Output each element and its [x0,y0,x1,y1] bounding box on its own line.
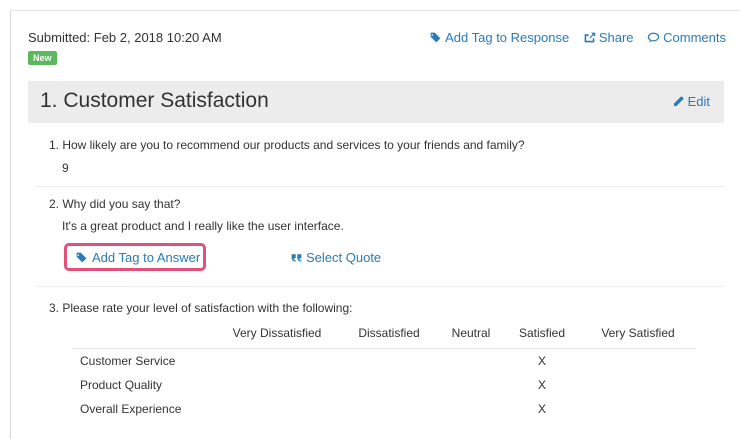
grid-column-header: Satisfied [504,326,580,349]
grid-cell: X [537,354,546,368]
share-icon [584,32,595,43]
grid-cell [214,349,340,374]
grid-header-row: Very Dissatisfied Dissatisfied Neutral S… [72,326,696,349]
edit-label: Edit [687,94,710,109]
share-link[interactable]: Share [583,30,634,45]
select-quote-link[interactable]: Select Quote [290,250,381,265]
add-tag-to-answer-label: Add Tag to Answer [92,249,201,265]
divider [36,286,724,287]
grid-cell [580,397,696,421]
grid-cell [340,349,438,374]
edit-link[interactable]: Edit [672,94,710,109]
grid-cell [214,397,340,421]
grid-cell: X [537,378,546,392]
grid-cell [438,349,504,374]
section-title: 1. Customer Satisfaction [40,89,269,112]
pencil-icon [673,96,684,106]
table-row: Overall Experience X [72,397,696,421]
grid-cell: X [537,402,546,416]
grid-cell [214,373,340,397]
question-3-text: 3. Please rate your level of satisfactio… [49,301,353,315]
add-tag-to-response-link[interactable]: Add Tag to Response [429,30,569,45]
question-2-answer: It's a great product and I really like t… [62,219,344,233]
grid-column-header: Very Dissatisfied [214,326,340,349]
share-label: Share [598,30,634,45]
question-1-answer: 9 [62,161,69,175]
grid-corner [72,326,214,349]
section-header: 1. Customer Satisfaction Edit [28,81,724,123]
response-toolbar: Add Tag to Response Share Comments [419,30,726,47]
add-tag-to-response-label: Add Tag to Response [445,30,570,45]
question-1-text: 1. How likely are you to recommend our p… [49,138,525,152]
tags-icon [429,32,441,43]
submitted-date: Submitted: Feb 2, 2018 10:20 AM [28,30,222,45]
grid-row-label: Overall Experience [80,402,182,416]
select-quote-label: Select Quote [306,250,382,265]
grid-cell [438,397,504,421]
tags-icon [75,252,87,262]
grid-column-header: Very Satisfied [580,326,696,349]
status-badge: New [28,51,57,65]
comment-icon [647,32,660,43]
grid-row-label: Customer Service [80,354,176,368]
quote-icon [291,254,302,262]
comments-label: Comments [663,30,726,45]
divider [36,186,724,187]
grid-row-label: Product Quality [80,378,163,392]
grid-cell [580,373,696,397]
grid-cell [580,349,696,374]
grid-column-header: Dissatisfied [340,326,438,349]
table-row: Customer Service X [72,349,696,374]
table-row: Product Quality X [72,373,696,397]
grid-cell [340,397,438,421]
grid-cell [340,373,438,397]
grid-cell [438,373,504,397]
grid-column-header: Neutral [438,326,504,349]
question-2-text: 2. Why did you say that? [49,197,181,211]
satisfaction-grid: Very Dissatisfied Dissatisfied Neutral S… [72,326,696,421]
add-tag-to-answer-button[interactable]: Add Tag to Answer [64,243,206,271]
comments-link[interactable]: Comments [647,30,726,45]
